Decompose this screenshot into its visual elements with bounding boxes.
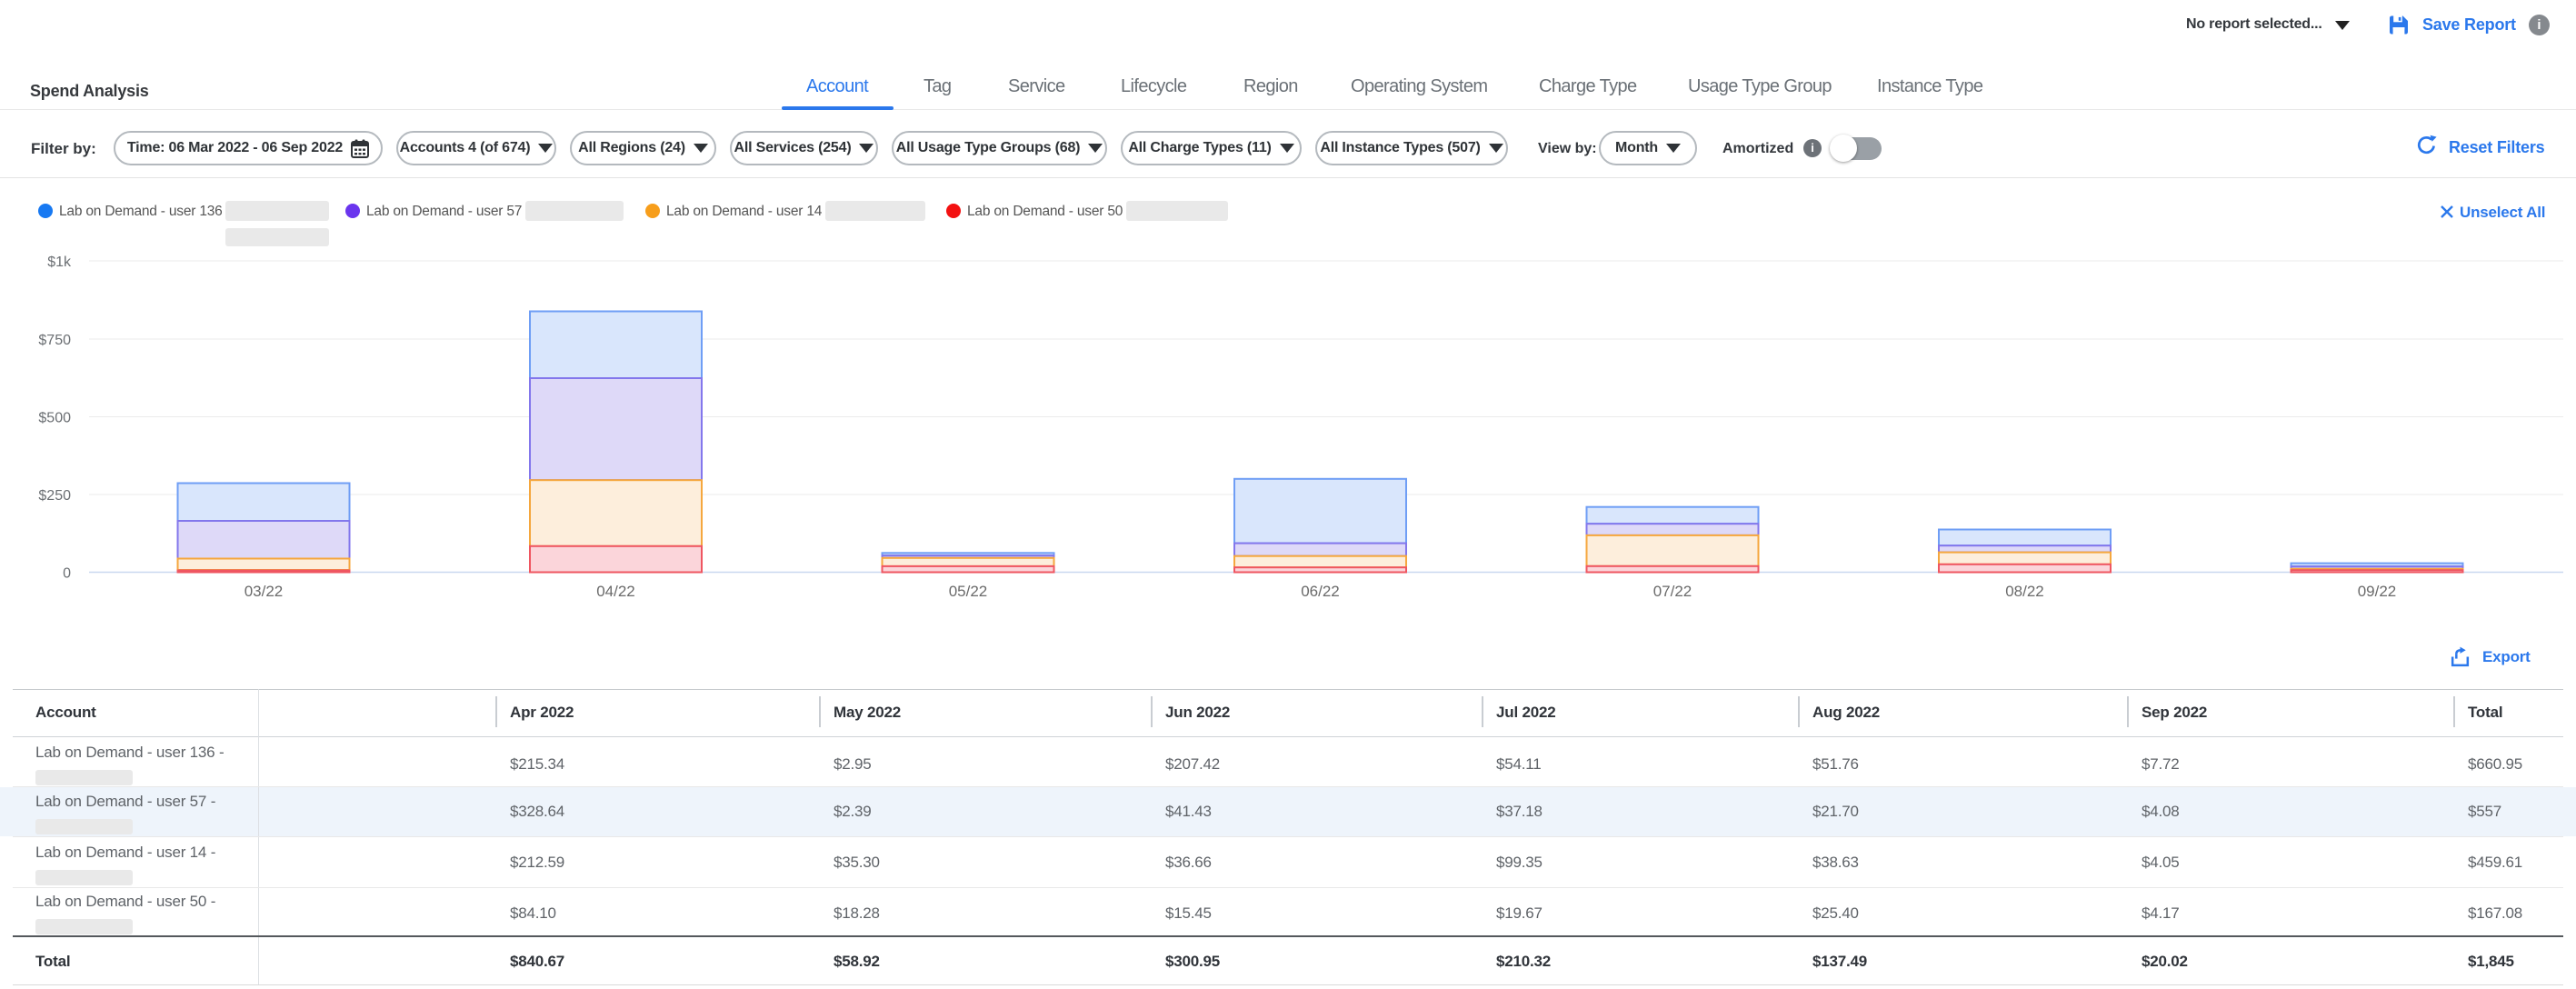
svg-text:07/22: 07/22 xyxy=(1653,583,1692,600)
svg-text:04/22: 04/22 xyxy=(596,583,635,600)
svg-text:05/22: 05/22 xyxy=(949,583,988,600)
svg-text:$250: $250 xyxy=(38,488,71,504)
svg-text:06/22: 06/22 xyxy=(1301,583,1340,600)
svg-text:08/22: 08/22 xyxy=(2005,583,2044,600)
svg-text:$500: $500 xyxy=(38,411,71,426)
svg-text:$750: $750 xyxy=(38,333,71,348)
svg-text:03/22: 03/22 xyxy=(245,583,284,600)
svg-text:0: 0 xyxy=(63,566,71,582)
svg-text:$1k: $1k xyxy=(47,255,72,270)
svg-text:09/22: 09/22 xyxy=(2358,583,2397,600)
